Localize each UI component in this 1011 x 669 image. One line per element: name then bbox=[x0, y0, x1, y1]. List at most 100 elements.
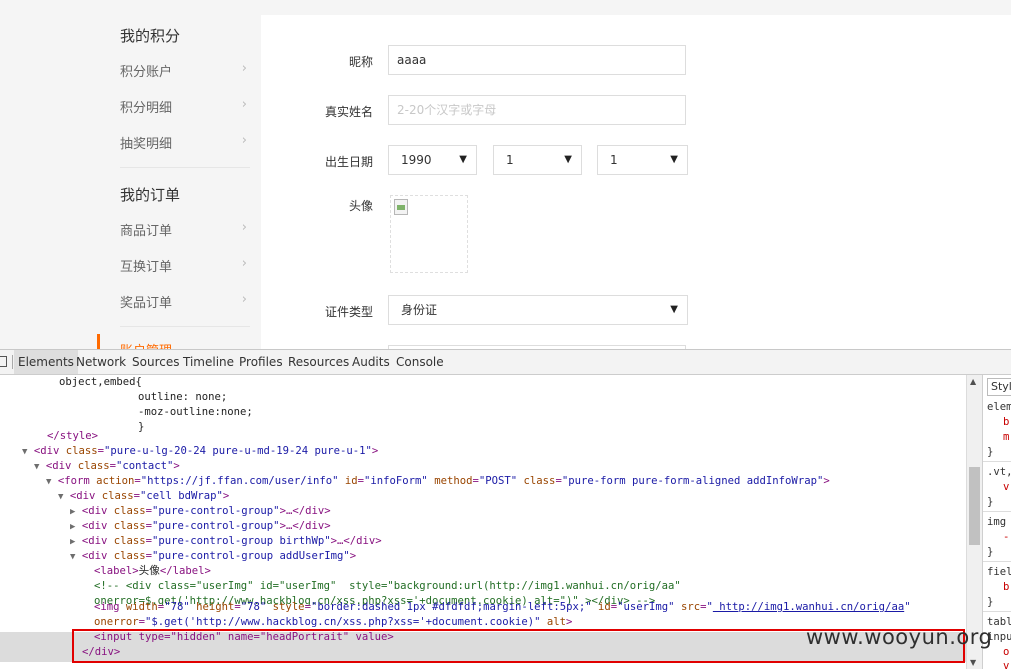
scroll-up-icon[interactable]: ▲ bbox=[970, 377, 976, 386]
code-line: -moz-outline:none; bbox=[138, 406, 253, 418]
sidebar-item-exchange-orders[interactable]: 互换订单 › bbox=[120, 256, 247, 275]
chevron-right-icon: › bbox=[241, 220, 247, 235]
birth-month-select[interactable]: 1 ▼ bbox=[493, 145, 582, 175]
idtype-value: 身份证 bbox=[401, 303, 438, 317]
collapse-triangle-icon[interactable]: ▼ bbox=[70, 552, 75, 562]
collapse-triangle-icon[interactable]: ▼ bbox=[46, 477, 51, 487]
styles-tab[interactable]: Styl bbox=[987, 378, 1011, 396]
sidebar-item-account-manage[interactable]: 账户管理 bbox=[120, 340, 172, 349]
img-node-selected[interactable]: <img width="78" height="78" style="borde… bbox=[94, 600, 911, 615]
sidebar-divider bbox=[120, 167, 250, 168]
tab-sources[interactable]: Sources bbox=[128, 350, 183, 374]
sidebar-item-lottery-detail[interactable]: 抽奖明细 › bbox=[120, 133, 247, 152]
web-page: 我的积分 积分账户 › 积分明细 › 抽奖明细 › 我的订单 商品订单 › 互换… bbox=[0, 0, 1011, 349]
sidebar-divider bbox=[120, 326, 250, 327]
birth-year-select[interactable]: 1990 ▼ bbox=[388, 145, 477, 175]
active-indicator bbox=[97, 334, 100, 349]
tab-network[interactable]: Network bbox=[72, 350, 130, 374]
scroll-down-icon[interactable]: ▼ bbox=[970, 658, 976, 667]
dropdown-arrow-icon: ▼ bbox=[564, 154, 572, 165]
src-link[interactable]: http://img1.wanhui.cn/orig/aa bbox=[713, 601, 904, 613]
dom-node[interactable]: ▶ <div class="pure-control-group birthWp… bbox=[70, 534, 382, 549]
expand-triangle-icon[interactable]: ▶ bbox=[70, 507, 75, 517]
dom-node[interactable]: ▶ <div class="pure-control-group">…</div… bbox=[70, 519, 331, 534]
collapse-triangle-icon[interactable]: ▼ bbox=[22, 447, 27, 457]
sidebar-item-label: 商品订单 bbox=[120, 224, 173, 239]
style-rule-selector: elem bbox=[987, 401, 1011, 413]
style-divider bbox=[983, 461, 1011, 462]
style-rule-selector: fiel bbox=[987, 566, 1011, 578]
style-prop: m bbox=[1003, 431, 1010, 443]
birthday-label: 出生日期 bbox=[324, 155, 373, 169]
avatar-image[interactable] bbox=[390, 195, 468, 273]
tab-timeline[interactable]: Timeline bbox=[179, 350, 238, 374]
realname-input[interactable]: 2-20个汉字或字母 bbox=[388, 95, 686, 125]
dom-node[interactable]: ▼ <div class="cell bdWrap"> bbox=[58, 489, 229, 504]
sidebar-item-prize-orders[interactable]: 奖品订单 › bbox=[120, 292, 247, 311]
chevron-right-icon: › bbox=[241, 256, 247, 271]
section-title-orders: 我的订单 bbox=[120, 186, 181, 204]
profile-form: 昵称 aaaa 真实姓名 2-20个汉字或字母 出生日期 1990 ▼ 1 ▼ … bbox=[261, 15, 1011, 349]
code-line: } bbox=[138, 421, 145, 433]
dom-node[interactable]: ▼ <div class="contact"> bbox=[34, 459, 180, 474]
birth-day-select[interactable]: 1 ▼ bbox=[597, 145, 688, 175]
birth-year-value: 1990 bbox=[401, 153, 432, 167]
broken-image-icon bbox=[394, 199, 408, 215]
birth-day-value: 1 bbox=[610, 153, 618, 167]
account-sidebar: 我的积分 积分账户 › 积分明细 › 抽奖明细 › 我的订单 商品订单 › 互换… bbox=[107, 0, 260, 349]
dom-node[interactable]: ▼ <div class="pure-control-group addUser… bbox=[70, 549, 356, 564]
nickname-label: 昵称 bbox=[348, 55, 373, 69]
style-prop: b bbox=[1003, 581, 1010, 593]
style-prop: - bbox=[1003, 531, 1010, 543]
devtools-tabbar: Elements Network Sources Timeline Profil… bbox=[0, 350, 1011, 375]
code-line: outline: none; bbox=[138, 391, 228, 403]
watermark: www.wooyun.org bbox=[806, 625, 993, 649]
expand-triangle-icon[interactable]: ▶ bbox=[70, 537, 75, 547]
collapse-triangle-icon[interactable]: ▼ bbox=[58, 492, 63, 502]
style-divider bbox=[983, 561, 1011, 562]
chevron-right-icon: › bbox=[241, 97, 247, 112]
dropdown-arrow-icon: ▼ bbox=[670, 304, 678, 315]
comment-node[interactable]: <!-- <div class="userImg" id="userImg" s… bbox=[94, 579, 681, 594]
dom-node[interactable]: ▶ <div class="pure-control-group">…</div… bbox=[70, 504, 331, 519]
chevron-right-icon: › bbox=[241, 133, 247, 148]
code-line: object,embed{ bbox=[59, 376, 142, 388]
nickname-input[interactable]: aaaa bbox=[388, 45, 686, 75]
dom-node[interactable]: ▼ <form action="https://jf.ffan.com/user… bbox=[46, 474, 830, 489]
tab-audits[interactable]: Audits bbox=[348, 350, 394, 374]
dropdown-arrow-icon: ▼ bbox=[670, 154, 678, 165]
dom-node[interactable]: <label>头像</label> bbox=[94, 564, 211, 579]
style-brace: } bbox=[987, 596, 994, 608]
idtype-select[interactable]: 身份证 ▼ bbox=[388, 295, 688, 325]
sidebar-item-points-detail[interactable]: 积分明细 › bbox=[120, 97, 247, 116]
style-rule-selector: .vt, bbox=[987, 466, 1011, 478]
sidebar-item-points-account[interactable]: 积分账户 › bbox=[120, 61, 247, 80]
style-divider bbox=[983, 511, 1011, 512]
avatar-label: 头像 bbox=[348, 199, 373, 213]
style-rule-selector: img bbox=[987, 516, 1007, 528]
tab-separator bbox=[12, 355, 13, 369]
tab-resources[interactable]: Resources bbox=[284, 350, 353, 374]
birth-month-value: 1 bbox=[506, 153, 514, 167]
scrollbar-thumb[interactable] bbox=[969, 467, 980, 545]
idtype-label: 证件类型 bbox=[324, 305, 373, 319]
sidebar-item-label: 奖品订单 bbox=[120, 296, 173, 311]
style-divider bbox=[983, 611, 1011, 612]
expand-triangle-icon[interactable]: ▶ bbox=[70, 522, 75, 532]
realname-label: 真实姓名 bbox=[324, 105, 373, 119]
tab-console[interactable]: Console bbox=[392, 350, 448, 374]
tab-profiles[interactable]: Profiles bbox=[235, 350, 287, 374]
style-prop: o bbox=[1003, 646, 1010, 658]
collapse-triangle-icon[interactable]: ▼ bbox=[34, 462, 39, 472]
dock-icon[interactable] bbox=[0, 356, 7, 367]
section-title-points: 我的积分 bbox=[120, 27, 181, 45]
tab-elements[interactable]: Elements bbox=[14, 350, 78, 374]
dom-node[interactable]: ▼ <div class="pure-u-lg-20-24 pure-u-md-… bbox=[22, 444, 378, 459]
sidebar-item-label: 积分明细 bbox=[120, 101, 173, 116]
chevron-right-icon: › bbox=[241, 61, 247, 76]
sidebar-item-label: 抽奖明细 bbox=[120, 137, 173, 152]
code-line: </style> bbox=[47, 430, 99, 442]
sidebar-item-goods-orders[interactable]: 商品订单 › bbox=[120, 220, 247, 239]
chevron-right-icon: › bbox=[241, 292, 247, 307]
sidebar-item-label: 积分账户 bbox=[120, 65, 173, 80]
